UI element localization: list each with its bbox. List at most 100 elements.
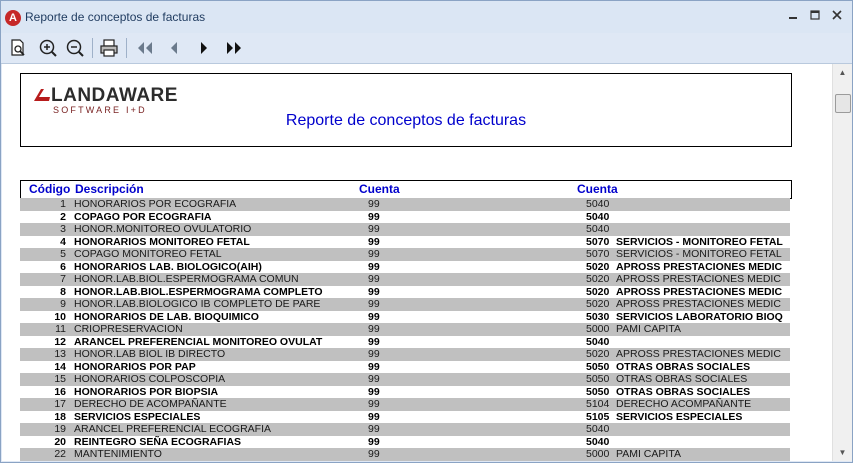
first-page-button[interactable]: [134, 37, 156, 59]
cell-cuenta-2: 5000: [586, 448, 610, 460]
cell-code: 22: [54, 448, 66, 460]
cell-code: 13: [54, 348, 66, 360]
cell-cuenta-1: 99: [368, 335, 380, 348]
cell-code: 5: [60, 248, 66, 260]
report-rows: 1 HONORARIOS POR ECOGRAFIA 99 5040 2 COPAGO P…: [20, 198, 790, 461]
cell-description: HONOR.LAB.BIOL.ESPERMOGRAMA COMUN: [74, 273, 299, 285]
zoom-out-button[interactable]: [64, 37, 86, 59]
scroll-up-icon[interactable]: ▲: [833, 64, 852, 81]
cell-cuenta-2: 5040: [586, 335, 610, 348]
cell-cuenta-2-name: APROSS PRESTACIONES MEDIC: [616, 260, 783, 273]
cell-code: 16: [54, 385, 66, 398]
report-header: LANDAWARE SOFTWARE I+D Reporte de concep…: [20, 73, 792, 147]
table-row: 5 COPAGO MONITOREO FETAL 99 5070 SERVICIOS -…: [20, 248, 790, 261]
table-row: 11 CRIOPRESERVACION 99 5000 PAMI CAPITA: [20, 323, 790, 336]
toolbar: [1, 33, 852, 64]
cell-code: 8: [60, 285, 66, 298]
last-page-icon: [227, 42, 241, 54]
table-row: 9 HONOR.LAB.BIOLOGICO IB COMPLETO DE PARE…: [20, 298, 790, 311]
scroll-down-icon[interactable]: ▼: [833, 444, 852, 461]
header-code: Código: [29, 182, 71, 196]
zoom-in-button[interactable]: [37, 37, 59, 59]
cell-cuenta-2-name: APROSS PRESTACIONES MEDIC: [616, 285, 783, 298]
cell-code: 3: [60, 223, 66, 235]
minimize-button[interactable]: [784, 8, 802, 24]
toolbar-separator: [126, 38, 127, 58]
cell-description: COPAGO MONITOREO FETAL: [74, 248, 222, 260]
table-row: 12 ARANCEL PREFERENCIAL MONITOREO OVULAT 9…: [20, 336, 790, 349]
next-page-button[interactable]: [193, 37, 215, 59]
cell-cuenta-2: 5070: [586, 235, 610, 248]
cell-code: 15: [54, 373, 66, 385]
table-row: 3 HONOR.MONITOREO OVULATORIO 99 5040: [20, 223, 790, 236]
zoom-in-icon: [39, 39, 57, 57]
cell-cuenta-1: 99: [368, 448, 380, 460]
close-button[interactable]: [828, 8, 846, 24]
cell-cuenta-1: 99: [368, 435, 380, 448]
table-row: 4 HONORARIOS MONITOREO FETAL 99 5070 SERVICI…: [20, 236, 790, 249]
table-row: 2 COPAGO POR ECOGRAFIA 99 5040: [20, 211, 790, 224]
cell-code: 7: [60, 273, 66, 285]
cell-cuenta-2: 5020: [586, 260, 610, 273]
toolbar-separator: [92, 38, 93, 58]
table-row: 18 SERVICIOS ESPECIALES 99 5105 SERVICIOS ES…: [20, 411, 790, 424]
cell-description: ARANCEL PREFERENCIAL MONITOREO OVULAT: [74, 335, 323, 348]
cell-cuenta-1: 99: [368, 210, 380, 223]
table-row: 1 HONORARIOS POR ECOGRAFIA 99 5040: [20, 198, 790, 211]
cell-description: HONOR.MONITOREO OVULATORIO: [74, 223, 252, 235]
cell-code: 20: [54, 435, 66, 448]
print-preview-button[interactable]: [7, 37, 29, 59]
cell-cuenta-2: 5020: [586, 348, 610, 360]
cell-cuenta-2-name: PAMI CAPITA: [616, 323, 681, 335]
cell-code: 12: [54, 335, 66, 348]
cell-description: ARANCEL PREFERENCIAL ECOGRAFIA: [74, 423, 272, 435]
table-row: 20 REINTEGRO SEÑA ECOGRAFIAS 99 5040: [20, 436, 790, 449]
printer-icon: [100, 39, 118, 57]
cell-cuenta-1: 99: [368, 323, 380, 335]
cell-cuenta-1: 99: [368, 223, 380, 235]
cell-cuenta-2-name: OTRAS OBRAS SOCIALES: [616, 360, 751, 373]
cell-cuenta-2: 5040: [586, 435, 610, 448]
cell-cuenta-2: 5050: [586, 373, 610, 385]
cell-cuenta-1: 99: [368, 385, 380, 398]
cell-code: 4: [60, 235, 66, 248]
cell-cuenta-2-name: PAMI CAPITA: [616, 448, 681, 460]
cell-cuenta-2: 5040: [586, 223, 610, 235]
header-description: Descripción: [75, 182, 144, 196]
cell-description: REINTEGRO SEÑA ECOGRAFIAS: [74, 435, 242, 448]
maximize-button[interactable]: [806, 8, 824, 24]
zoom-out-icon: [66, 39, 84, 57]
cell-description: SERVICIOS ESPECIALES: [74, 410, 201, 423]
table-row: 6 HONORARIOS LAB. BIOLOGICO(AIH) 99 5020 APR…: [20, 261, 790, 274]
cell-code: 17: [54, 398, 66, 410]
vertical-scrollbar[interactable]: ▲ ▼: [832, 64, 852, 461]
print-button[interactable]: [98, 37, 120, 59]
cell-cuenta-1: 99: [368, 398, 380, 410]
cell-cuenta-2: 5020: [586, 298, 610, 310]
cell-description: HONOR.LAB BIOL IB DIRECTO: [74, 348, 226, 360]
cell-description: DERECHO DE ACOMPAÑANTE: [74, 398, 227, 410]
previous-page-button[interactable]: [163, 37, 185, 59]
app-icon: A: [5, 10, 21, 26]
cell-code: 2: [60, 210, 66, 223]
cell-description: HONORARIOS POR ECOGRAFIA: [74, 198, 237, 210]
cell-cuenta-1: 99: [368, 235, 380, 248]
last-page-button[interactable]: [223, 37, 245, 59]
cell-description: HONORARIOS POR PAP: [74, 360, 196, 373]
cell-cuenta-2: 5070: [586, 248, 610, 260]
logo-wordmark: LANDAWARE: [51, 85, 178, 106]
cell-cuenta-1: 99: [368, 273, 380, 285]
header-cuenta-1: Cuenta: [359, 182, 400, 196]
cell-cuenta-1: 99: [368, 410, 380, 423]
cell-cuenta-2-name: SERVICIOS - MONITOREO FETAL: [616, 235, 783, 248]
cell-cuenta-2: 5040: [586, 423, 610, 435]
cell-cuenta-1: 99: [368, 360, 380, 373]
cell-code: 1: [60, 198, 66, 210]
scroll-thumb[interactable]: [835, 94, 851, 113]
table-row: 13 HONOR.LAB BIOL IB DIRECTO 99 5020 APROSS …: [20, 348, 790, 361]
cell-cuenta-1: 99: [368, 298, 380, 310]
table-row: 14 HONORARIOS POR PAP 99 5050 OTRAS OBRAS SO…: [20, 361, 790, 374]
cell-code: 9: [60, 298, 66, 310]
table-row: 15 HONORARIOS COLPOSCOPIA 99 5050 OTRAS OBRA…: [20, 373, 790, 386]
cell-cuenta-2: 5030: [586, 310, 610, 323]
